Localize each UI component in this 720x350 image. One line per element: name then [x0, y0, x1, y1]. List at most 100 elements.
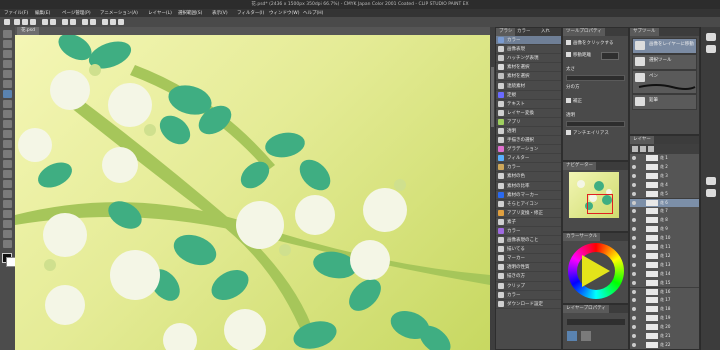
brush-list-item[interactable]: 透明の性質 — [496, 263, 561, 273]
checkbox[interactable] — [566, 52, 571, 57]
brush-list-item[interactable]: グラデーション — [496, 145, 561, 155]
eraser-tool-icon[interactable] — [3, 150, 12, 158]
lasso-tool-icon[interactable] — [3, 80, 12, 88]
visibility-eye-icon[interactable] — [632, 209, 636, 214]
brush-list-item[interactable]: マーカー — [496, 254, 561, 264]
layer-row[interactable]: 花 22 — [630, 340, 699, 349]
brush-list-item[interactable]: 素材の比率 — [496, 182, 561, 191]
visibility-eye-icon[interactable] — [632, 280, 636, 285]
tab-navigator[interactable]: ナビゲーター — [563, 162, 596, 170]
delete-layer-icon[interactable] — [648, 146, 654, 152]
text-tool-icon[interactable] — [3, 220, 12, 228]
ruler-icon[interactable] — [110, 19, 116, 25]
app-icon[interactable] — [4, 19, 10, 25]
tab-color[interactable]: カラー — [514, 28, 534, 36]
brush-list-item[interactable]: 連続素材 — [496, 81, 561, 91]
visibility-eye-icon[interactable] — [632, 218, 636, 223]
scrollbar-thumb[interactable] — [491, 67, 494, 127]
brush-list-item[interactable]: そらとアイコン — [496, 200, 561, 209]
canvas[interactable] — [15, 35, 490, 350]
operation-tool-icon[interactable] — [3, 50, 12, 58]
document-tab[interactable]: 花.psd — [17, 27, 39, 35]
dock-icon-2[interactable] — [706, 45, 716, 53]
brush-list-item[interactable]: テキスト — [496, 100, 561, 109]
menu-animation[interactable]: アニメーション(A) — [100, 10, 138, 16]
figure-tool-icon[interactable] — [3, 190, 12, 198]
visibility-eye-icon[interactable] — [632, 182, 636, 187]
navigator-preview[interactable] — [569, 172, 619, 218]
navigator-view-rect[interactable] — [587, 194, 613, 214]
checkbox[interactable] — [566, 130, 571, 135]
visibility-eye-icon[interactable] — [632, 200, 636, 205]
brush-list-item[interactable]: 透明 — [496, 127, 561, 137]
move-tool-icon[interactable] — [3, 40, 12, 48]
brush-list-item[interactable]: カラー — [496, 291, 561, 300]
brush-tool-icon[interactable] — [3, 120, 12, 128]
subtool-item[interactable]: 選択ツール — [632, 54, 697, 70]
tab-insert[interactable]: 入れ — [538, 28, 553, 36]
tab-brush[interactable]: ブラシ — [496, 28, 516, 36]
subtool-item[interactable]: 画像をレイヤーに移動 — [632, 38, 697, 54]
ruler-tool-icon[interactable] — [3, 210, 12, 218]
visibility-eye-icon[interactable] — [632, 342, 636, 347]
visibility-eye-icon[interactable] — [632, 325, 636, 330]
airbrush-tool-icon[interactable] — [3, 130, 12, 138]
clear-icon[interactable] — [62, 19, 68, 25]
brush-list-item[interactable]: ダウンロード設定 — [496, 300, 561, 309]
fill-tool-icon[interactable] — [3, 170, 12, 178]
distance-input[interactable] — [601, 52, 619, 60]
size-slider[interactable] — [566, 75, 625, 81]
visibility-eye-icon[interactable] — [632, 298, 636, 303]
menu-layer[interactable]: レイヤー(L) — [148, 10, 172, 16]
brush-list-item[interactable]: 手描きの選択 — [496, 136, 561, 146]
new-icon[interactable] — [14, 19, 20, 25]
redo-icon[interactable] — [50, 19, 56, 25]
menu-edit[interactable]: 編集(E) — [35, 10, 50, 16]
brush-list-item[interactable]: 素材を選択 — [496, 72, 561, 82]
brush-list-item[interactable]: 画像表現のこと — [496, 236, 561, 246]
menu-view[interactable]: 表示(V) — [212, 10, 228, 16]
new-layer-icon[interactable] — [632, 146, 638, 152]
brush-list-item[interactable]: レイヤー変換 — [496, 109, 561, 118]
move-layer-tool-icon[interactable] — [3, 60, 12, 68]
snap-icon[interactable] — [102, 19, 108, 25]
frame-tool-icon[interactable] — [3, 200, 12, 208]
pen-tool-icon[interactable] — [3, 100, 12, 108]
checkbox[interactable] — [566, 98, 571, 103]
decoration-tool-icon[interactable] — [3, 140, 12, 148]
menu-help[interactable]: ヘルプ(H) — [303, 10, 323, 16]
prop-click-row[interactable]: 画像をクリックする — [566, 40, 625, 48]
open-icon[interactable] — [22, 19, 28, 25]
brush-list-item[interactable]: 素材の色 — [496, 172, 561, 182]
visibility-eye-icon[interactable] — [632, 334, 636, 338]
visibility-eye-icon[interactable] — [632, 253, 636, 258]
brush-list-item[interactable]: ハッチング表現 — [496, 54, 561, 64]
visibility-eye-icon[interactable] — [632, 262, 636, 267]
dock-icon-1[interactable] — [706, 33, 716, 41]
subtool-item[interactable]: ペン — [632, 70, 697, 94]
brush-list-item[interactable]: 描きの方 — [496, 272, 561, 282]
brush-list-item[interactable]: アプリ変換・修正 — [496, 209, 561, 218]
prop-distance-row[interactable]: 移動距離 — [566, 52, 625, 60]
gradient-tool-icon[interactable] — [3, 180, 12, 188]
brush-list-item[interactable]: 素材のマーカー — [496, 191, 561, 200]
brush-list-item[interactable]: クリップ — [496, 282, 561, 291]
brush-list-item[interactable]: カラー — [496, 163, 561, 173]
visibility-eye-icon[interactable] — [632, 289, 636, 294]
pencil-tool-icon[interactable] — [3, 110, 12, 118]
dock-icon-4[interactable] — [706, 189, 716, 197]
balloon-tool-icon[interactable] — [3, 230, 12, 238]
transform-icon[interactable] — [70, 19, 76, 25]
visibility-eye-icon[interactable] — [632, 245, 636, 249]
tab-subtool[interactable]: サブツール — [630, 28, 659, 36]
invert-selection-icon[interactable] — [90, 19, 96, 25]
dock-icon-3[interactable] — [706, 177, 716, 185]
save-icon[interactable] — [30, 19, 36, 25]
brush-list-item[interactable]: 描いてる — [496, 245, 561, 255]
border-effect-icon[interactable] — [581, 331, 591, 341]
visibility-eye-icon[interactable] — [632, 227, 636, 232]
visibility-eye-icon[interactable] — [632, 316, 636, 321]
menu-file[interactable]: ファイル(F) — [4, 10, 28, 16]
menu-filter[interactable]: フィルター(I) — [237, 10, 264, 16]
visibility-eye-icon[interactable] — [632, 236, 636, 241]
